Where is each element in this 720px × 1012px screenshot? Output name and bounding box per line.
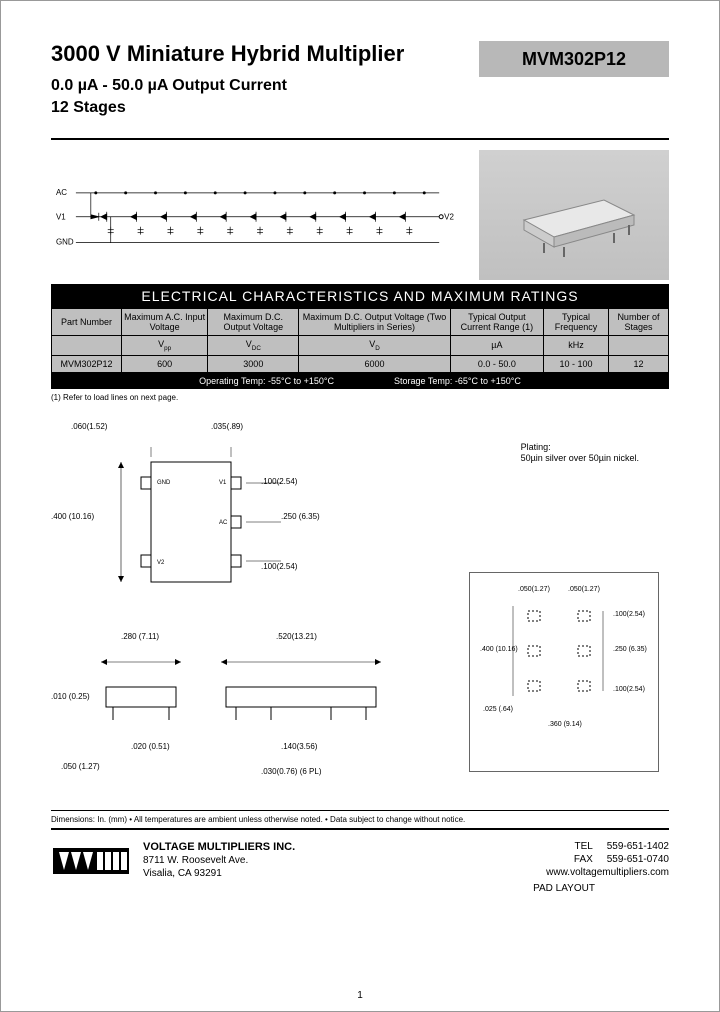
svg-text:.400 (10.16): .400 (10.16) [480, 646, 518, 653]
operating-temp: Operating Temp: -55°C to +150°C [199, 376, 334, 386]
dim-280: .280 (7.11) [121, 632, 159, 641]
dim-035: .035(.89) [211, 422, 243, 431]
product-image [479, 150, 669, 280]
footer: VOLTAGE MULTIPLIERS INC. 8711 W. Rooseve… [51, 840, 669, 880]
top-view-drawing: GND V1 AC V2 [81, 432, 361, 612]
th-ac-input: Maximum A.C. Input Voltage [122, 308, 208, 335]
pad-layout-box: .050(1.27) .050(1.27) .100(2.54) .400 (1… [469, 572, 659, 772]
unit-current: µA [450, 335, 543, 355]
cell-current: 0.0 - 50.0 [450, 355, 543, 372]
unit-stages [608, 335, 668, 355]
page-number: 1 [357, 990, 363, 1001]
svg-text:.050(1.27): .050(1.27) [518, 586, 550, 593]
header: 3000 V Miniature Hybrid Multiplier 0.0 µ… [51, 41, 669, 120]
th-dc-output: Maximum D.C. Output Voltage [208, 308, 299, 335]
contact-info: TEL 559-651-1402 FAX 559-651-0740 www.vo… [546, 840, 669, 879]
table-title: ELECTRICAL CHARACTERISTICS AND MAXIMUM R… [51, 284, 669, 308]
th-part-number: Part Number [52, 308, 122, 335]
electrical-table: Part Number Maximum A.C. Input Voltage M… [51, 308, 669, 373]
cell-pn: MVM302P12 [52, 355, 122, 372]
svg-text:.250 (6.35): .250 (6.35) [613, 646, 647, 653]
cell-stages: 12 [608, 355, 668, 372]
plating-note: Plating: 50µin silver over 50µin nickel. [521, 442, 639, 465]
company-web: www.voltagemultipliers.com [546, 866, 669, 879]
storage-temp: Storage Temp: -65°C to +150°C [394, 376, 521, 386]
svg-text:.100(2.54): .100(2.54) [613, 611, 645, 618]
company-info: VOLTAGE MULTIPLIERS INC. 8711 W. Rooseve… [143, 840, 546, 880]
cell-dc: 3000 [208, 355, 299, 372]
pad-layout-title: PAD LAYOUT [478, 883, 650, 894]
th-frequency: Typical Frequency [544, 308, 609, 335]
header-rule [51, 138, 669, 140]
dim-060: .060(1.52) [71, 422, 107, 431]
svg-text:.050(1.27): .050(1.27) [568, 586, 600, 593]
part-number-box: MVM302P12 [479, 41, 669, 77]
svg-text:.100(2.54): .100(2.54) [613, 686, 645, 693]
schematic-diagram: AC V1 GND [51, 165, 479, 265]
svg-text:V2: V2 [157, 560, 165, 566]
footer-rule [51, 828, 669, 830]
unit-freq: kHz [544, 335, 609, 355]
svg-text:AC: AC [219, 520, 228, 526]
svg-text:V2: V2 [444, 213, 454, 222]
svg-text:AC: AC [56, 188, 67, 197]
side-view-drawing [71, 642, 401, 782]
cell-ac: 600 [122, 355, 208, 372]
pad-layout-drawing: .050(1.27) .050(1.27) .100(2.54) .400 (1… [478, 581, 648, 731]
table-footnote: (1) Refer to load lines on next page. [51, 393, 669, 402]
unit-dc2: VD [299, 335, 451, 355]
subtitle-current: 0.0 µA - 50.0 µA Output Current [51, 75, 459, 97]
svg-text:V1: V1 [56, 213, 66, 222]
company-addr1: 8711 W. Roosevelt Ave. [143, 854, 546, 867]
company-name: VOLTAGE MULTIPLIERS INC. [143, 840, 546, 854]
th-stages: Number of Stages [608, 308, 668, 335]
svg-text:GND: GND [56, 238, 74, 247]
subtitle-stages: 12 Stages [51, 97, 459, 119]
cell-freq: 10 - 100 [544, 355, 609, 372]
schematic-row: AC V1 GND [51, 150, 669, 280]
company-logo [51, 840, 131, 880]
svg-text:GND: GND [157, 480, 171, 486]
company-addr2: Visalia, CA 93291 [143, 867, 546, 880]
dim-520: .520(13.21) [276, 632, 317, 641]
dimensions-note: Dimensions: In. (mm) • All temperatures … [51, 810, 669, 824]
main-title: 3000 V Miniature Hybrid Multiplier [51, 41, 459, 67]
svg-text:.025 (.64): .025 (.64) [483, 706, 513, 713]
svg-text:.360 (9.14): .360 (9.14) [548, 721, 582, 728]
unit-dc: VDC [208, 335, 299, 355]
cell-dc2: 6000 [299, 355, 451, 372]
th-dc-output-series: Maximum D.C. Output Voltage (Two Multipl… [299, 308, 451, 335]
th-output-current: Typical Output Current Range (1) [450, 308, 543, 335]
mechanical-drawings: Plating: 50µin silver over 50µin nickel.… [51, 422, 669, 802]
unit-ac: Vpp [122, 335, 208, 355]
temp-row: Operating Temp: -55°C to +150°C Storage … [51, 373, 669, 389]
svg-text:V1: V1 [219, 480, 227, 486]
